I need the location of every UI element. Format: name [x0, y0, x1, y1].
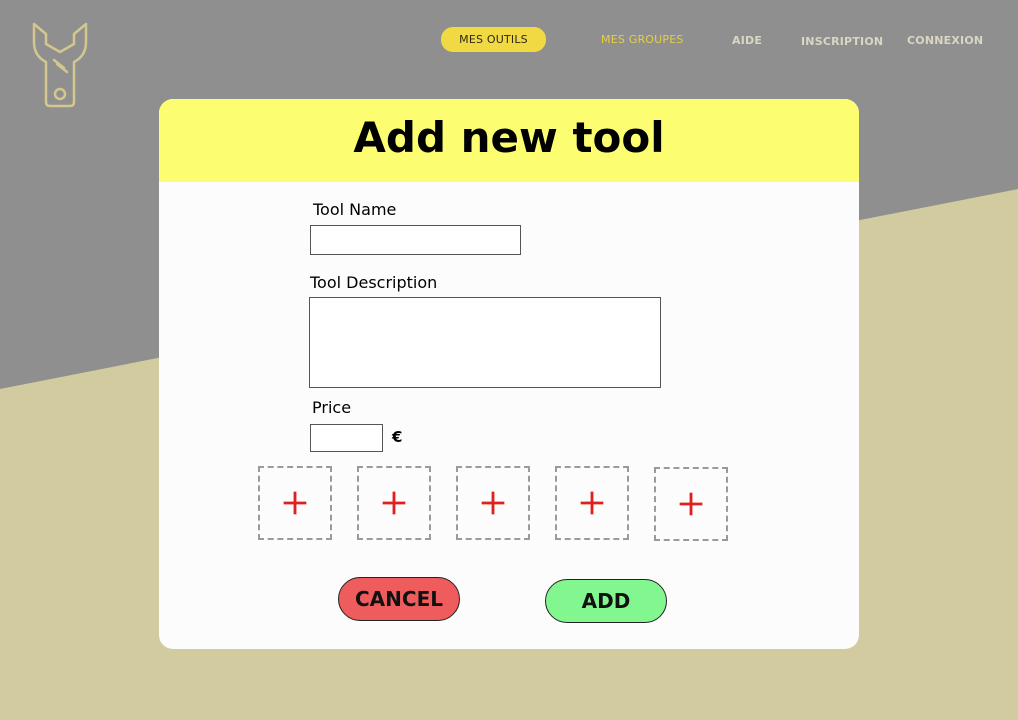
currency-symbol: € — [392, 428, 403, 446]
plus-icon — [283, 491, 307, 515]
nav-connexion[interactable]: CONNEXION — [907, 34, 983, 47]
dialog-header: Add new tool — [159, 99, 859, 182]
tool-name-label: Tool Name — [313, 200, 397, 219]
tool-name-input[interactable] — [310, 225, 521, 255]
add-button[interactable]: ADD — [545, 579, 667, 623]
top-navigation: MES OUTILS MES GROUPES AIDE INSCRIPTION … — [0, 0, 1018, 80]
add-photo-slot-3[interactable] — [456, 466, 530, 540]
plus-icon — [481, 491, 505, 515]
nav-inscription[interactable]: INSCRIPTION — [801, 35, 883, 48]
cancel-button[interactable]: CANCEL — [338, 577, 460, 621]
dialog-title: Add new tool — [353, 113, 665, 162]
add-photo-slot-4[interactable] — [555, 466, 629, 540]
nav-mes-outils[interactable]: MES OUTILS — [441, 27, 546, 52]
plus-icon — [580, 491, 604, 515]
plus-icon — [382, 491, 406, 515]
add-photo-slot-1[interactable] — [258, 466, 332, 540]
plus-icon — [679, 492, 703, 516]
tool-description-textarea[interactable] — [309, 297, 661, 388]
nav-aide[interactable]: AIDE — [732, 34, 762, 47]
price-label: Price — [312, 398, 352, 417]
add-photo-slot-2[interactable] — [357, 466, 431, 540]
add-photo-slot-5[interactable] — [654, 467, 728, 541]
tool-description-label: Tool Description — [310, 273, 438, 292]
price-input[interactable] — [310, 424, 383, 452]
nav-mes-groupes[interactable]: MES GROUPES — [601, 33, 684, 46]
add-tool-dialog: Add new tool Tool Name Tool Description … — [159, 99, 859, 649]
